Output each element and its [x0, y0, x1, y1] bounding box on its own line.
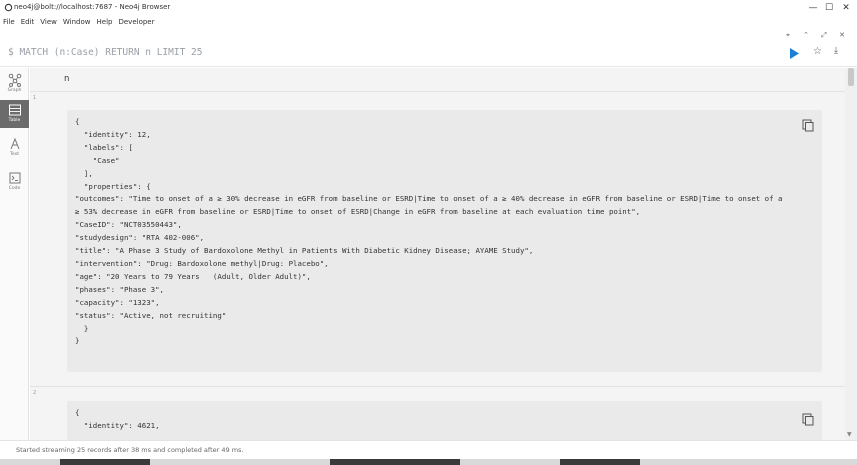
title-bar: neo4j@bolt://localhost:7687 - Neo4j Brow… [0, 0, 857, 17]
table-icon [8, 104, 21, 116]
status-bar: Started streaming 25 records after 38 ms… [0, 440, 857, 459]
view-table-label: Table [8, 118, 21, 123]
menu-edit[interactable]: Edit [18, 16, 38, 28]
view-table-button[interactable]: Table [0, 100, 29, 128]
menu-bar: File Edit View Window Help Developer [0, 16, 158, 28]
vertical-scrollbar[interactable]: ▼ [845, 68, 857, 440]
code-icon [9, 172, 20, 184]
close-button[interactable]: ✕ [839, 2, 853, 14]
query-editor[interactable]: $ MATCH (n:Case) RETURN n LIMIT 25 ☆ ⤓ [0, 40, 857, 67]
result-record-card: { "identity": 4621, [67, 401, 822, 440]
graph-icon [8, 73, 21, 87]
view-graph-label: Graph [7, 88, 22, 93]
row-number: 1 [33, 95, 37, 101]
window-title: neo4j@bolt://localhost:7687 - Neo4j Brow… [14, 3, 171, 11]
taskbar-strip [0, 459, 857, 465]
favorite-star-icon[interactable]: ☆ [813, 46, 822, 57]
minimize-button[interactable]: — [806, 2, 820, 14]
close-frame-icon[interactable]: ✕ [837, 30, 847, 40]
taskbar-segment [560, 459, 640, 465]
row-number: 2 [33, 390, 37, 396]
taskbar-segment [60, 459, 150, 465]
column-header: n [30, 68, 845, 92]
view-graph-button[interactable]: Graph [0, 70, 29, 98]
view-code-button[interactable]: Code [0, 168, 29, 196]
column-header-n: n [64, 74, 70, 84]
results-table: n 1 { "identity": 12, "labels": [ "Case"… [30, 68, 845, 440]
pin-icon[interactable]: ⌖ [783, 30, 793, 40]
run-query-icon[interactable] [789, 48, 799, 59]
scroll-down-icon[interactable]: ▼ [847, 431, 852, 438]
scrollbar-thumb[interactable] [848, 68, 854, 86]
maximize-button[interactable]: ☐ [822, 2, 836, 14]
view-text-button[interactable]: Text [0, 134, 29, 162]
result-view-sidebar: Graph Table Text Code [0, 68, 29, 440]
copy-icon[interactable] [802, 413, 814, 426]
copy-icon[interactable] [802, 119, 814, 132]
row-divider [30, 386, 845, 387]
record-json: { "identity": 4621, [75, 408, 160, 430]
menu-file[interactable]: File [0, 16, 18, 28]
view-code-label: Code [8, 186, 21, 191]
frame-toolbar: ⌖ ⌃ ⤢ ✕ [783, 30, 847, 40]
fullscreen-icon[interactable]: ⤢ [819, 30, 829, 40]
view-text-label: Text [9, 152, 20, 157]
menu-window[interactable]: Window [60, 16, 94, 28]
taskbar-segment [330, 459, 460, 465]
menu-developer[interactable]: Developer [115, 16, 157, 28]
text-icon [10, 137, 19, 150]
menu-view[interactable]: View [37, 16, 60, 28]
record-json: { "identity": 12, "labels": [ "Case" ], … [75, 117, 783, 346]
download-icon[interactable]: ⤓ [834, 46, 838, 56]
neo4j-app-icon [4, 3, 13, 12]
result-record-card: { "identity": 12, "labels": [ "Case" ], … [67, 110, 822, 372]
collapse-icon[interactable]: ⌃ [801, 30, 811, 40]
query-text[interactable]: $ MATCH (n:Case) RETURN n LIMIT 25 [8, 47, 202, 58]
status-message: Started streaming 25 records after 38 ms… [16, 446, 244, 454]
menu-help[interactable]: Help [94, 16, 116, 28]
